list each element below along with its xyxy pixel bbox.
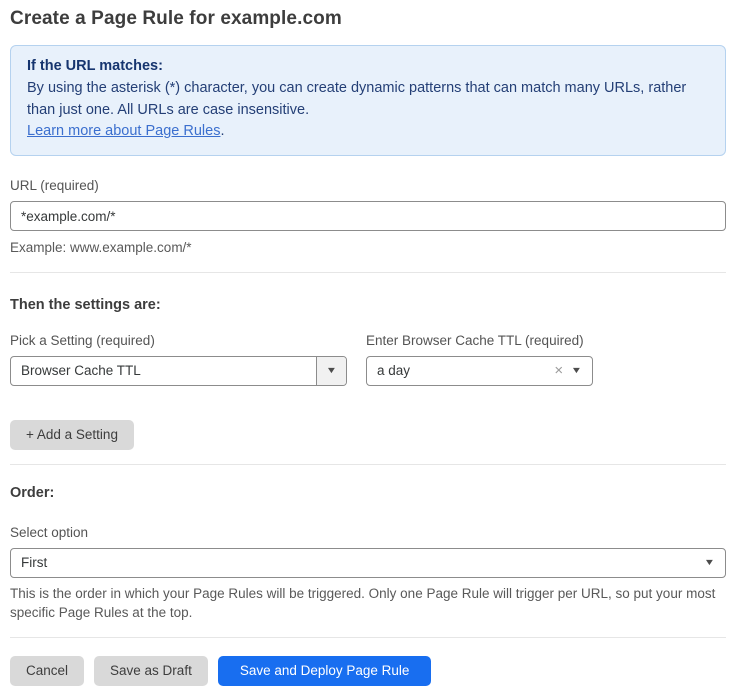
chevron-down-icon: ▼ — [326, 366, 338, 375]
clear-selection-icon[interactable]: × — [548, 357, 572, 385]
ttl-picker-column: Enter Browser Cache TTL (required) a day… — [366, 313, 593, 386]
order-section-heading: Order: — [10, 485, 726, 501]
link-suffix: . — [220, 123, 224, 139]
order-select-dropdown[interactable]: First ▼ — [10, 548, 726, 578]
url-field-label: URL (required) — [10, 178, 726, 193]
add-setting-wrap: + Add a Setting — [10, 420, 726, 450]
dropdown-arrow-segment[interactable]: ▼ — [316, 357, 346, 385]
save-deploy-button[interactable]: Save and Deploy Page Rule — [218, 656, 432, 686]
url-match-info-box: If the URL matches: By using the asteris… — [10, 45, 726, 156]
save-draft-button[interactable]: Save as Draft — [94, 656, 208, 686]
divider — [10, 272, 726, 273]
settings-row: Pick a Setting (required) Browser Cache … — [10, 313, 726, 386]
info-box-link-line: Learn more about Page Rules. — [27, 121, 709, 143]
url-example-text: Example: www.example.com/* — [10, 238, 726, 258]
setting-picker-value: Browser Cache TTL — [11, 357, 316, 385]
chevron-down-icon: ▼ — [704, 558, 716, 567]
setting-picker-label: Pick a Setting (required) — [10, 333, 347, 348]
ttl-arrow-wrap[interactable]: ▼ — [572, 357, 592, 385]
info-box-heading: If the URL matches: — [27, 56, 709, 78]
page-title: Create a Page Rule for example.com — [10, 8, 726, 30]
setting-picker-dropdown[interactable]: Browser Cache TTL ▼ — [10, 356, 347, 386]
create-page-rule-panel: Create a Page Rule for example.com If th… — [0, 0, 736, 696]
info-box-body: By using the asterisk (*) character, you… — [27, 78, 709, 122]
learn-more-link[interactable]: Learn more about Page Rules — [27, 123, 220, 139]
settings-section-heading: Then the settings are: — [10, 297, 726, 313]
ttl-picker-value: a day — [367, 357, 548, 385]
setting-picker-column: Pick a Setting (required) Browser Cache … — [10, 313, 347, 386]
order-arrow-wrap: ▼ — [705, 549, 725, 577]
add-setting-button[interactable]: + Add a Setting — [10, 420, 134, 450]
cancel-button[interactable]: Cancel — [10, 656, 84, 686]
chevron-down-icon: ▼ — [571, 366, 583, 375]
order-select-value: First — [11, 549, 705, 577]
divider — [10, 464, 726, 465]
ttl-picker-dropdown[interactable]: a day × ▼ — [366, 356, 593, 386]
url-input[interactable] — [10, 201, 726, 231]
footer-actions: Cancel Save as Draft Save and Deploy Pag… — [10, 656, 726, 686]
order-help-text: This is the order in which your Page Rul… — [10, 584, 726, 623]
order-select-label: Select option — [10, 525, 726, 540]
ttl-picker-label: Enter Browser Cache TTL (required) — [366, 333, 593, 348]
divider — [10, 637, 726, 638]
